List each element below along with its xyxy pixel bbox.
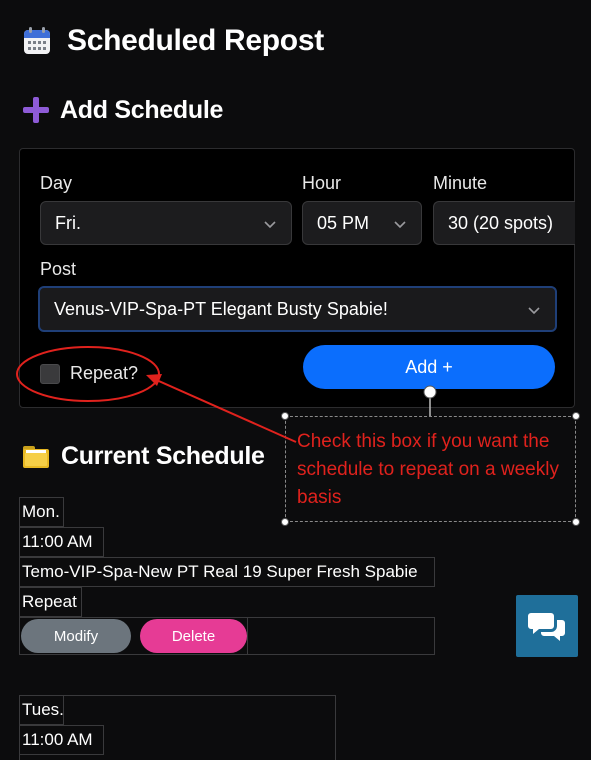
repeat-label: Repeat? [70, 363, 139, 383]
resize-handle [281, 412, 289, 420]
folder-icon [23, 446, 49, 468]
schedule-day: Tues. [19, 695, 64, 725]
current-schedule-title: Current Schedule [61, 441, 265, 470]
schedule-day: Mon. [19, 497, 64, 527]
resize-handle [572, 412, 580, 420]
resize-handle [281, 518, 289, 526]
day-label: Day [40, 173, 73, 193]
post-select-value: Venus-VIP-Spa-PT Elegant Busty Spabie! [54, 298, 388, 319]
chat-icon [528, 613, 565, 641]
delete-button[interactable]: Delete [140, 619, 247, 653]
page-title: Scheduled Repost [67, 24, 324, 57]
chevron-down-icon [528, 307, 540, 315]
page: Scheduled Repost Add Schedule Day Hour M… [0, 0, 591, 760]
add-schedule-title: Add Schedule [60, 95, 224, 124]
calendar-icon [24, 27, 50, 54]
schedule-repeat: Repeat [19, 587, 82, 617]
add-button[interactable]: Add + [303, 345, 555, 389]
repeat-option[interactable]: Repeat? [40, 363, 138, 384]
page-header: Scheduled Repost [22, 22, 324, 60]
hour-select[interactable]: 05 PM [302, 201, 422, 245]
repeat-checkbox[interactable] [40, 363, 60, 384]
minute-select-value: 30 (20 spots) [448, 212, 554, 233]
schedule-post: Temo-VIP-Spa-New PT Real 19 Super Fresh … [19, 557, 435, 587]
hour-label: Hour [302, 173, 342, 193]
day-select-value: Fri. [55, 212, 81, 233]
hour-select-value: 05 PM [317, 212, 370, 233]
minute-select[interactable]: 30 (20 spots) [433, 201, 575, 245]
resize-handle [572, 518, 580, 526]
modify-button[interactable]: Modify [21, 619, 131, 653]
current-schedule-header: Current Schedule [22, 440, 265, 472]
add-schedule-header: Add Schedule [22, 94, 223, 126]
minute-label: Minute [433, 173, 488, 193]
chevron-down-icon [394, 221, 406, 229]
schedule-time: 11:00 AM [19, 725, 104, 755]
add-schedule-form: Day Hour Minute Fri. 05 PM 30 (20 spots)… [19, 148, 575, 408]
chevron-down-icon [264, 221, 276, 229]
plus-icon [23, 97, 49, 123]
post-select[interactable]: Venus-VIP-Spa-PT Elegant Busty Spabie! [38, 286, 557, 332]
schedule-time: 11:00 AM [19, 527, 104, 557]
chat-button[interactable] [516, 595, 578, 657]
post-label: Post [40, 259, 77, 279]
annotation-text: Check this box if you want the schedule … [297, 431, 559, 508]
day-select[interactable]: Fri. [40, 201, 292, 245]
